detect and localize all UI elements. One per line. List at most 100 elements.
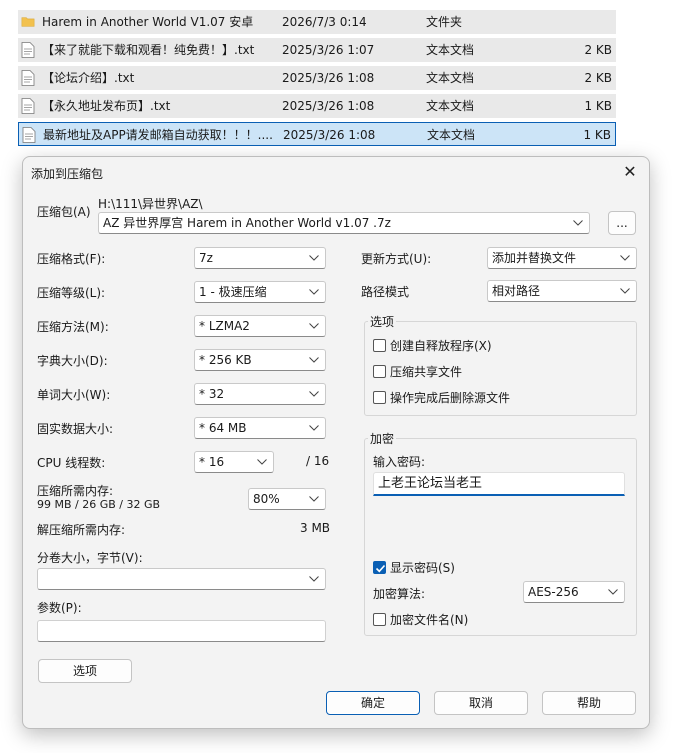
- sfx-checkbox[interactable]: 创建自释放程序(X): [373, 337, 492, 354]
- chevron-down-icon[interactable]: [307, 248, 321, 268]
- folder-icon: [21, 17, 35, 27]
- file-type: 文本文档: [427, 128, 476, 142]
- update-value: 添加并替换文件: [492, 251, 577, 265]
- file-date: 2025/3/26 1:08: [282, 99, 375, 113]
- cpu-value: * 16: [199, 455, 225, 469]
- params-input[interactable]: [37, 620, 326, 642]
- mem-percent-value: 80%: [253, 492, 280, 506]
- file-date: 2026/7/3 0:14: [282, 15, 367, 29]
- cpu-combo[interactable]: * 16: [194, 451, 274, 473]
- file-name: Harem in Another World V1.07 安卓: [42, 15, 254, 29]
- file-size: 2 KB: [584, 71, 612, 85]
- file-row[interactable]: 【论坛介绍】.txt 2025/3/26 1:08 文本文档 2 KB: [18, 66, 616, 90]
- options-group-title: 选项: [368, 313, 397, 330]
- chevron-down-icon[interactable]: [606, 582, 620, 602]
- file-row[interactable]: 【永久地址发布页】.txt 2025/3/26 1:08 文本文档 1 KB: [18, 94, 616, 118]
- file-type: 文本文档: [426, 71, 475, 85]
- file-list: Harem in Another World V1.07 安卓 2026/7/3…: [0, 0, 675, 160]
- cpu-total: / 16: [306, 454, 330, 468]
- password-label: 输入密码:: [373, 455, 426, 469]
- dict-value: * 256 KB: [199, 353, 252, 367]
- delete-source-checkbox[interactable]: 操作完成后删除源文件: [373, 389, 510, 406]
- encrypt-names-checkbox[interactable]: 加密文件名(N): [373, 611, 468, 628]
- file-date: 2025/3/26 1:08: [282, 71, 375, 85]
- update-label: 更新方式(U):: [361, 252, 432, 266]
- archive-path: H:\111\异世界\AZ\: [98, 197, 203, 211]
- format-combo[interactable]: 7z: [194, 247, 326, 269]
- options-button[interactable]: 选项: [38, 659, 132, 683]
- chevron-down-icon[interactable]: [307, 282, 321, 302]
- checkbox-box[interactable]: [373, 391, 386, 404]
- chevron-down-icon[interactable]: [255, 452, 269, 472]
- chevron-down-icon[interactable]: [307, 316, 321, 336]
- password-input[interactable]: 上老王论坛当老王: [373, 472, 625, 496]
- checkbox-checked[interactable]: [373, 561, 386, 574]
- path-mode-value: 相对路径: [492, 284, 541, 298]
- file-type: 文件夹: [426, 15, 463, 29]
- help-button[interactable]: 帮助: [542, 691, 636, 715]
- add-to-archive-dialog: 添加到压缩包 ✕ 压缩包(A) H:\111\异世界\AZ\ AZ 异世界厚宫 …: [22, 156, 650, 729]
- enc-method-combo[interactable]: AES-256: [523, 581, 625, 603]
- split-label: 分卷大小，字节(V):: [37, 551, 143, 565]
- text-file-icon: [22, 127, 36, 143]
- browse-button[interactable]: ...: [608, 211, 636, 235]
- params-label: 参数(P):: [37, 601, 82, 615]
- file-row[interactable]: 【来了就能下载和观看！纯免费！】.txt 2025/3/26 1:07 文本文档…: [18, 38, 616, 62]
- path-mode-label: 路径模式: [361, 285, 410, 299]
- mem-percent-combo[interactable]: 80%: [248, 488, 326, 510]
- solid-combo[interactable]: * 64 MB: [194, 417, 326, 439]
- encryption-group-title: 加密: [368, 430, 397, 447]
- archive-name-combo[interactable]: AZ 异世界厚宫 Harem in Another World v1.07 .7…: [98, 212, 590, 234]
- cancel-button[interactable]: 取消: [434, 691, 528, 715]
- chevron-down-icon[interactable]: [307, 384, 321, 404]
- show-password-label: 显示密码(S): [390, 561, 455, 575]
- chevron-down-icon[interactable]: [307, 350, 321, 370]
- chevron-down-icon[interactable]: [307, 489, 321, 509]
- word-value: * 32: [199, 387, 225, 401]
- demem-value: 3 MB: [300, 521, 331, 535]
- word-combo[interactable]: * 32: [194, 383, 326, 405]
- level-label: 压缩等级(L):: [37, 286, 106, 300]
- chevron-down-icon[interactable]: [307, 569, 321, 589]
- checkbox-box[interactable]: [373, 613, 386, 626]
- text-file-icon: [21, 70, 35, 86]
- format-label: 压缩格式(F):: [37, 252, 106, 266]
- chevron-down-icon[interactable]: [618, 281, 632, 301]
- file-name: 【来了就能下载和观看！纯免费！】.txt: [42, 43, 255, 57]
- archive-name-value: AZ 异世界厚宫 Harem in Another World v1.07 .7…: [103, 216, 391, 230]
- dict-combo[interactable]: * 256 KB: [194, 349, 326, 371]
- shared-checkbox[interactable]: 压缩共享文件: [373, 363, 462, 380]
- archive-label: 压缩包(A): [37, 205, 91, 219]
- file-date: 2025/3/26 1:08: [283, 128, 376, 142]
- ok-button[interactable]: 确定: [326, 691, 420, 715]
- chevron-down-icon[interactable]: [618, 248, 632, 268]
- dialog-title: 添加到压缩包: [31, 167, 104, 181]
- method-label: 压缩方法(M):: [37, 320, 109, 334]
- dict-label: 字典大小(D):: [37, 354, 108, 368]
- level-value: 1 - 极速压缩: [199, 285, 267, 299]
- file-name: 最新地址及APP请发邮箱自动获取！！！....: [43, 128, 273, 142]
- mem-label: 压缩所需内存:: [37, 484, 114, 498]
- format-value: 7z: [199, 251, 213, 265]
- chevron-down-icon[interactable]: [307, 418, 321, 438]
- checkbox-box[interactable]: [373, 339, 386, 352]
- split-combo[interactable]: [37, 568, 326, 590]
- enc-method-label: 加密算法:: [373, 587, 426, 601]
- show-password-checkbox[interactable]: 显示密码(S): [373, 559, 455, 576]
- delete-source-label: 操作完成后删除源文件: [390, 391, 511, 405]
- update-combo[interactable]: 添加并替换文件: [487, 247, 637, 269]
- file-row-selected[interactable]: 最新地址及APP请发邮箱自动获取！！！.... 2025/3/26 1:08 文…: [18, 122, 616, 146]
- file-date: 2025/3/26 1:07: [282, 43, 375, 57]
- chevron-down-icon[interactable]: [571, 213, 585, 233]
- file-type: 文本文档: [426, 43, 475, 57]
- demem-label: 解压缩所需内存:: [37, 523, 126, 537]
- path-mode-combo[interactable]: 相对路径: [487, 280, 637, 302]
- solid-label: 固实数据大小:: [37, 422, 114, 436]
- shared-label: 压缩共享文件: [390, 365, 463, 379]
- method-combo[interactable]: * LZMA2: [194, 315, 326, 337]
- file-row-folder[interactable]: Harem in Another World V1.07 安卓 2026/7/3…: [18, 10, 616, 34]
- close-icon[interactable]: ✕: [619, 161, 641, 183]
- checkbox-box[interactable]: [373, 365, 386, 378]
- level-combo[interactable]: 1 - 极速压缩: [194, 281, 326, 303]
- text-file-icon: [21, 42, 35, 58]
